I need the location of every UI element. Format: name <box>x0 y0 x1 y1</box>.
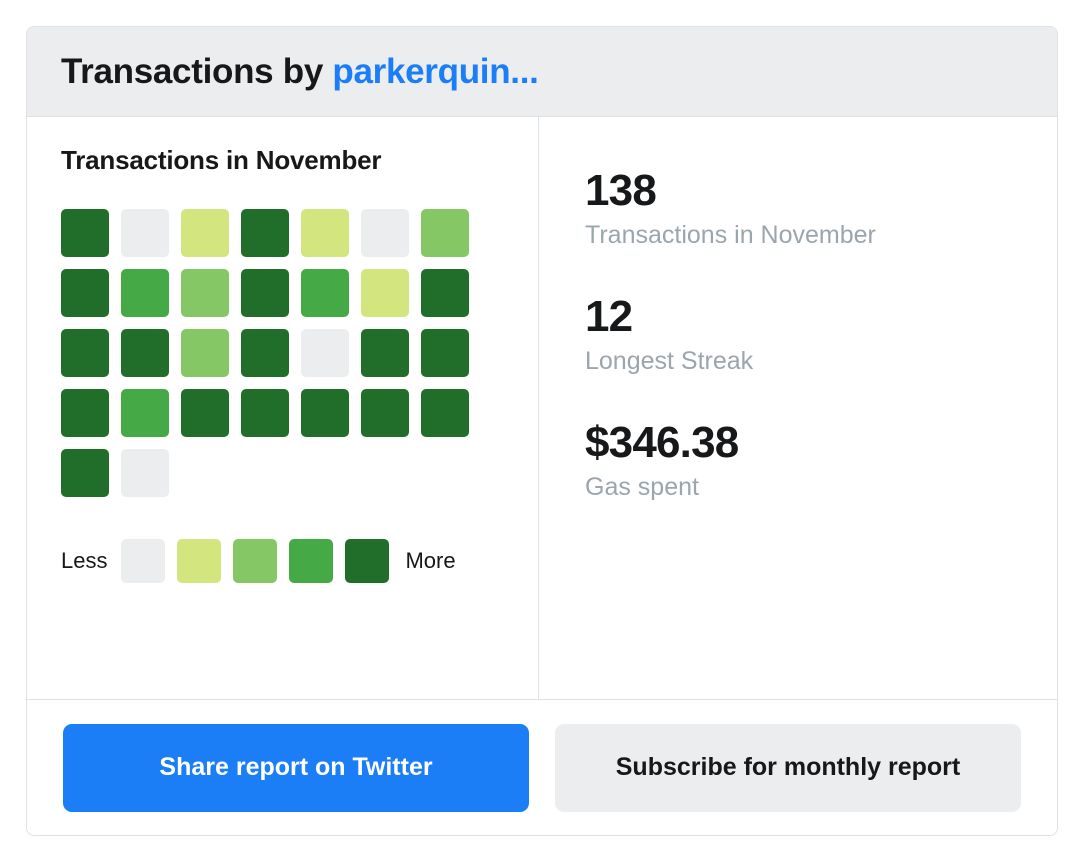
stat-longest-streak-label: Longest Streak <box>585 346 754 375</box>
heatmap-cell[interactable] <box>181 269 229 317</box>
heatmap-cell[interactable] <box>421 389 469 437</box>
legend-swatch-level-2 <box>233 539 278 583</box>
heatmap-cell[interactable] <box>241 209 289 257</box>
heatmap-cell[interactable] <box>421 209 469 257</box>
heatmap-cell[interactable] <box>61 269 109 317</box>
legend-swatch-level-0 <box>121 539 166 583</box>
stat-transactions: 138 Transactions in November <box>585 167 1057 254</box>
subscribe-monthly-report-button[interactable]: Subscribe for monthly report <box>555 723 1021 812</box>
share-report-on-twitter-button[interactable]: Share report on Twitter <box>63 723 529 812</box>
heatmap-cell[interactable] <box>61 389 109 437</box>
heatmap-cell[interactable] <box>361 209 409 257</box>
heatmap-cell[interactable] <box>61 209 109 257</box>
heatmap-cell[interactable] <box>301 329 349 377</box>
page-title: Transactions by parkerquin... <box>61 52 539 92</box>
heatmap-cell[interactable] <box>241 329 289 377</box>
heatmap-cell[interactable] <box>361 389 409 437</box>
card-body: Transactions in November Less More 138 T… <box>27 117 1057 699</box>
heatmap-panel: Transactions in November Less More <box>27 117 539 699</box>
legend-swatch-level-1 <box>177 539 222 583</box>
legend-swatches <box>121 539 390 583</box>
stat-longest-streak: 12 Longest Streak <box>585 293 1057 380</box>
heatmap-cell[interactable] <box>421 329 469 377</box>
screenshot-viewport: Transactions by parkerquin... Transactio… <box>0 0 1084 862</box>
heatmap-cell[interactable] <box>121 209 169 257</box>
heatmap-cell[interactable] <box>301 389 349 437</box>
card-footer: Share report on Twitter Subscribe for mo… <box>27 699 1057 835</box>
stat-gas-spent-value: $346.38 <box>585 418 739 468</box>
heatmap-cell[interactable] <box>301 269 349 317</box>
heatmap-legend: Less More <box>61 539 504 583</box>
heatmap-cell[interactable] <box>361 269 409 317</box>
card-header: Transactions by parkerquin... <box>27 27 1057 117</box>
stat-longest-streak-value: 12 <box>585 292 633 342</box>
page-title-prefix: Transactions by <box>61 51 333 91</box>
heatmap-cell[interactable] <box>241 389 289 437</box>
heatmap-cell[interactable] <box>361 329 409 377</box>
heatmap-cell[interactable] <box>61 449 109 497</box>
heatmap-cell[interactable] <box>181 209 229 257</box>
legend-swatch-level-4 <box>345 539 390 583</box>
transactions-report-card: Transactions by parkerquin... Transactio… <box>26 26 1058 836</box>
stat-gas-spent: $346.38 Gas spent <box>585 419 1057 506</box>
stats-panel: 138 Transactions in November 12 Longest … <box>539 117 1057 699</box>
heatmap-cell[interactable] <box>121 389 169 437</box>
legend-less-label: Less <box>61 548 108 573</box>
heatmap-cell[interactable] <box>301 209 349 257</box>
legend-swatch-level-3 <box>289 539 334 583</box>
heatmap-cell[interactable] <box>181 389 229 437</box>
heatmap-cell[interactable] <box>421 269 469 317</box>
wallet-address-link[interactable]: parkerquin... <box>332 52 538 91</box>
heatmap-cell[interactable] <box>181 329 229 377</box>
heatmap-cell[interactable] <box>121 449 169 497</box>
stat-transactions-value: 138 <box>585 166 657 215</box>
heatmap-cell[interactable] <box>61 329 109 377</box>
heatmap-cell[interactable] <box>241 269 289 317</box>
legend-more-label: More <box>405 548 456 573</box>
contribution-heatmap-grid <box>61 209 504 497</box>
stat-transactions-label: Transactions in November <box>585 220 876 249</box>
heatmap-cell[interactable] <box>121 329 169 377</box>
heatmap-title: Transactions in November <box>61 145 382 175</box>
stat-gas-spent-label: Gas spent <box>585 472 699 501</box>
heatmap-cell[interactable] <box>121 269 169 317</box>
